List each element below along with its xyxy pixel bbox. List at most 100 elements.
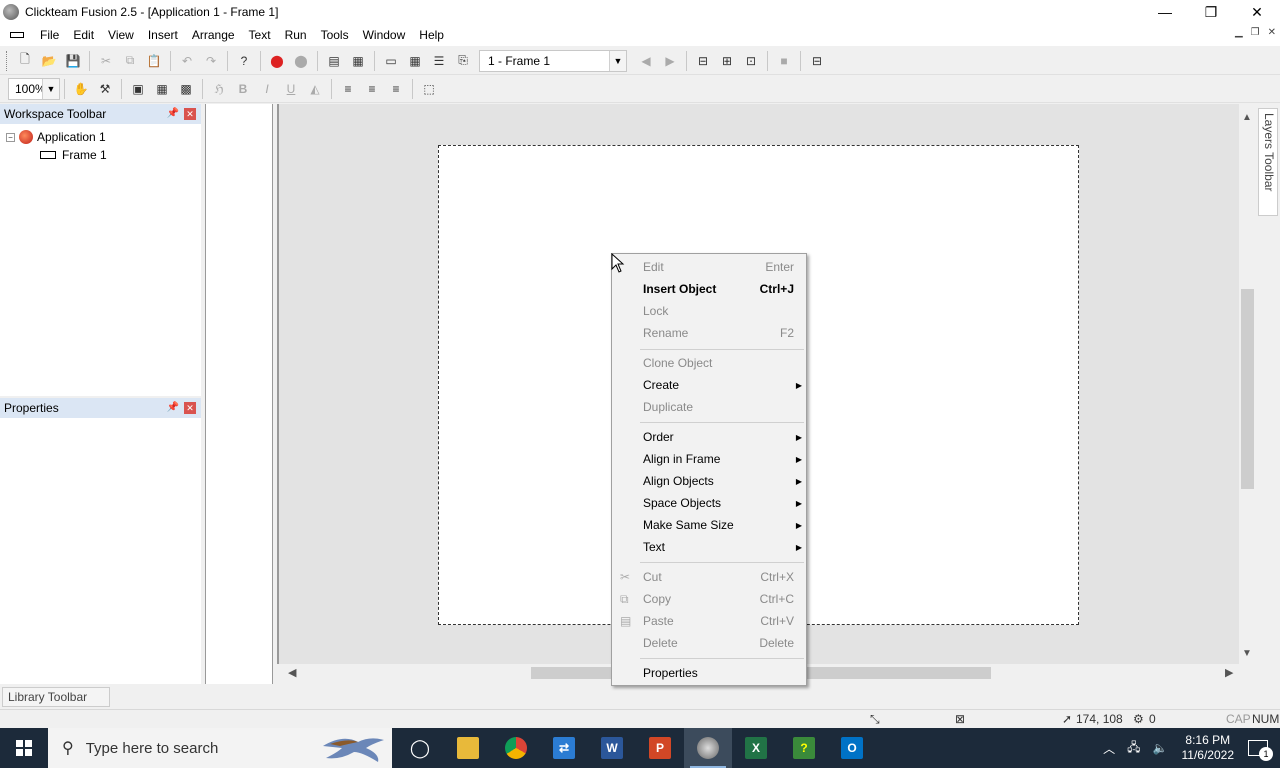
stop-icon[interactable]: ■ <box>775 52 793 70</box>
menu-text[interactable]: Text <box>242 28 278 42</box>
vertical-scrollbar[interactable]: ▲ ▼ <box>1239 104 1256 664</box>
menu-item-clone-object[interactable]: Clone Object <box>612 352 806 374</box>
run-application-icon[interactable]: ⊞ <box>718 52 736 70</box>
menu-item-space-objects[interactable]: Space Objects ▶ <box>612 492 806 514</box>
chevron-up-icon[interactable]: ︿ <box>1103 740 1115 757</box>
visual-studio-icon[interactable]: ⇄ <box>540 728 588 768</box>
network-icon[interactable]: 🖧 <box>1127 738 1140 759</box>
clickteam-fusion-icon[interactable] <box>684 728 732 768</box>
powerpoint-icon[interactable]: P <box>636 728 684 768</box>
redo-icon[interactable]: ↷ <box>202 52 220 70</box>
mdi-minimize-icon[interactable]: ▁ <box>1235 27 1243 38</box>
chevron-down-icon[interactable]: ▼ <box>42 78 59 99</box>
menu-view[interactable]: View <box>101 28 141 42</box>
menu-item-edit[interactable]: Edit Enter <box>612 256 806 278</box>
scroll-down-icon[interactable]: ▼ <box>1242 648 1252 659</box>
event-list-icon[interactable]: ▦ <box>349 52 367 70</box>
mdi-restore-icon[interactable]: ❐ <box>1251 27 1260 38</box>
hand-icon[interactable]: ✋ <box>72 80 90 98</box>
help-icon[interactable]: ? <box>235 52 253 70</box>
minimize-button[interactable]: — <box>1142 0 1188 24</box>
list-editor-icon[interactable]: ☰ <box>430 52 448 70</box>
mdi-close-icon[interactable]: ✕ <box>1268 27 1276 38</box>
italic-icon[interactable]: I <box>258 80 276 98</box>
menu-item-create[interactable]: Create ▶ <box>612 374 806 396</box>
menu-item-order[interactable]: Order ▶ <box>612 426 806 448</box>
frame-selector[interactable]: 1 - Frame 1 ▼ <box>479 49 627 72</box>
event-editor-icon[interactable]: ▦ <box>406 52 424 70</box>
clock[interactable]: 8:16 PM 11/6/2022 <box>1182 733 1235 763</box>
excel-icon[interactable]: X <box>732 728 780 768</box>
align-right-icon[interactable]: ≡ <box>387 80 405 98</box>
close-button[interactable]: ✕ <box>1234 0 1280 24</box>
save-icon[interactable]: 💾 <box>64 52 82 70</box>
close-icon[interactable]: ✕ <box>184 108 196 120</box>
tree-item-frame[interactable]: Frame 1 <box>6 146 201 164</box>
menu-arrange[interactable]: Arrange <box>185 28 242 42</box>
run-frame-icon[interactable]: ⊟ <box>694 52 712 70</box>
grid-options-icon[interactable]: ▩ <box>177 80 195 98</box>
menu-file[interactable]: File <box>33 28 66 42</box>
snap-grid-icon[interactable]: ▦ <box>153 80 171 98</box>
copy-icon[interactable]: ⧉ <box>121 52 139 70</box>
menu-item-cut[interactable]: ✂ Cut Ctrl+X <box>612 566 806 588</box>
show-grid-icon[interactable]: ▣ <box>129 80 147 98</box>
undo-icon[interactable]: ↶ <box>178 52 196 70</box>
menu-item-paste[interactable]: ▤ Paste Ctrl+V <box>612 610 806 632</box>
grid-settings-icon[interactable]: ⚒ <box>96 80 114 98</box>
file-explorer-icon[interactable] <box>444 728 492 768</box>
volume-icon[interactable]: 🔈 <box>1153 741 1168 755</box>
underline-icon[interactable]: U <box>282 80 300 98</box>
storyboard-editor-icon[interactable]: ▤ <box>325 52 343 70</box>
close-icon[interactable]: ✕ <box>184 402 196 414</box>
library-toolbar-tab[interactable]: Library Toolbar <box>2 687 110 707</box>
go-forward-icon[interactable]: ⬤ <box>292 52 310 70</box>
task-view-icon[interactable]: ◯ <box>396 728 444 768</box>
menu-edit[interactable]: Edit <box>66 28 101 42</box>
previous-frame-icon[interactable]: ◀ <box>637 52 655 70</box>
menu-insert[interactable]: Insert <box>141 28 185 42</box>
scroll-up-icon[interactable]: ▲ <box>1242 112 1252 123</box>
paste-icon[interactable]: 📋 <box>145 52 163 70</box>
restore-button[interactable]: ❐ <box>1188 0 1234 24</box>
system-menu-icon[interactable] <box>10 32 24 38</box>
menu-item-delete[interactable]: Delete Delete <box>612 632 806 654</box>
menu-item-properties[interactable]: Properties <box>612 662 806 684</box>
text-color-icon[interactable]: ◭ <box>306 80 324 98</box>
data-elements-icon[interactable]: ⎘ <box>454 52 472 70</box>
taskbar-search[interactable]: ⚲ Type here to search <box>48 728 392 768</box>
menu-item-text[interactable]: Text ▶ <box>612 536 806 558</box>
chevron-down-icon[interactable]: ▼ <box>609 50 626 71</box>
bold-icon[interactable]: B <box>234 80 252 98</box>
vertical-scroll-thumb[interactable] <box>1241 289 1254 489</box>
menu-item-align-objects[interactable]: Align Objects ▶ <box>612 470 806 492</box>
cut-icon[interactable]: ✂ <box>97 52 115 70</box>
zoom-selector[interactable]: 100% ▼ <box>8 77 60 100</box>
align-left-icon[interactable]: ≡ <box>339 80 357 98</box>
menu-window[interactable]: Window <box>356 28 413 42</box>
scroll-left-icon[interactable]: ◀ <box>288 666 296 679</box>
menu-item-duplicate[interactable]: Duplicate <box>612 396 806 418</box>
frame-editor-icon[interactable]: ▭ <box>382 52 400 70</box>
next-frame-icon[interactable]: ▶ <box>661 52 679 70</box>
scroll-right-icon[interactable]: ▶ <box>1225 666 1233 679</box>
pin-icon[interactable]: 📌 <box>167 402 179 413</box>
chrome-icon[interactable] <box>492 728 540 768</box>
collapse-icon[interactable]: − <box>6 132 15 142</box>
outlook-icon[interactable]: O <box>828 728 876 768</box>
menu-tools[interactable]: Tools <box>314 28 356 42</box>
menu-item-copy[interactable]: ⧉ Copy Ctrl+C <box>612 588 806 610</box>
toolbar-grip[interactable] <box>6 50 9 71</box>
menu-help[interactable]: Help <box>412 28 451 42</box>
menu-item-insert-object[interactable]: Insert Object Ctrl+J <box>612 278 806 300</box>
font-icon[interactable]: ℌ <box>210 80 228 98</box>
go-back-icon[interactable]: ⬤ <box>268 52 286 70</box>
text-frame-icon[interactable]: ⬚ <box>420 80 438 98</box>
start-button[interactable] <box>0 728 48 768</box>
menu-item-lock[interactable]: Lock <box>612 300 806 322</box>
new-icon[interactable]: 🗋 <box>16 52 34 70</box>
menu-item-align-in-frame[interactable]: Align in Frame ▶ <box>612 448 806 470</box>
menu-item-rename[interactable]: Rename F2 <box>612 322 806 344</box>
layers-toolbar-tab[interactable]: Layers Toolbar <box>1258 108 1278 216</box>
align-center-icon[interactable]: ≡ <box>363 80 381 98</box>
